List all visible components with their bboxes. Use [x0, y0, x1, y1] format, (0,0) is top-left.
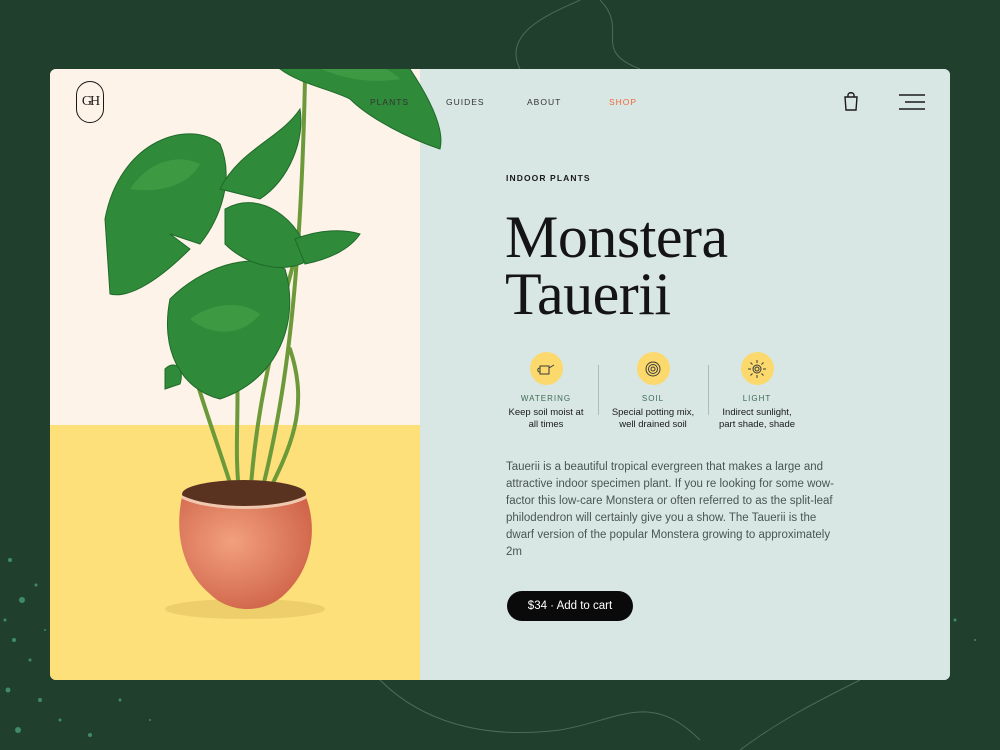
nav-shop[interactable]: SHOP: [609, 97, 637, 107]
feature-description: Keep soil moist at all times: [508, 407, 584, 430]
feature-label: SOIL: [641, 394, 665, 403]
nav-guides[interactable]: GUIDES: [446, 97, 485, 107]
product-card: GH PLANTS GUIDES ABOUT SHOP INDOOR PLANT…: [50, 69, 950, 680]
add-to-cart-button[interactable]: $34 · Add to cart: [507, 591, 633, 621]
shopping-bag-icon[interactable]: [843, 91, 859, 111]
feature-label: LIGHT: [742, 394, 772, 403]
brand-logo[interactable]: GH: [76, 81, 104, 123]
product-category: INDOOR PLANTS: [506, 173, 591, 183]
hamburger-menu-icon[interactable]: [899, 94, 925, 110]
monstera-plant-image: [104, 69, 442, 619]
nav-about[interactable]: ABOUT: [527, 97, 561, 107]
feature-light: LIGHT Indirect sunlight, part shade, sha…: [702, 352, 812, 431]
product-title: Monstera Tauerii: [505, 204, 728, 327]
feature-watering: WATERING Keep soil moist at all times: [491, 352, 601, 431]
watering-can-icon: [529, 352, 563, 385]
soil-icon: [636, 352, 670, 385]
product-description: Tauerii is a beautiful tropical evergree…: [506, 461, 834, 558]
nav-plants[interactable]: PLANTS: [370, 97, 409, 107]
feature-description: Indirect sunlight, part shade, shade: [718, 407, 796, 430]
sun-icon: [740, 352, 774, 385]
feature-label: WATERING: [520, 394, 572, 403]
feature-soil: SOIL Special potting mix, well drained s…: [598, 352, 708, 431]
feature-description: Special potting mix, well drained soil: [611, 407, 695, 430]
